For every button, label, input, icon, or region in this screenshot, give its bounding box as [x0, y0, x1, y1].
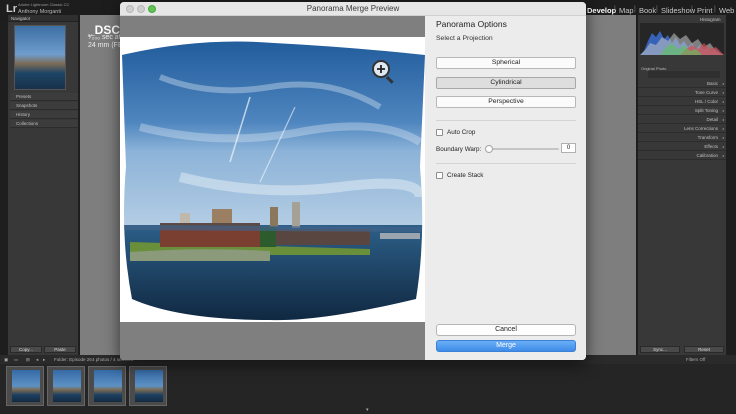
copy-button[interactable]: Copy...: [10, 346, 42, 353]
filmstrip-thumb[interactable]: [129, 366, 167, 406]
create-stack-checkbox[interactable]: [436, 172, 443, 179]
merge-button[interactable]: Merge: [436, 340, 576, 352]
plus-icon: [377, 65, 385, 73]
filter-dropdown[interactable]: Filters Off: [686, 355, 705, 364]
panorama-preview-frame: [120, 37, 427, 322]
module-separator: |: [614, 6, 616, 13]
reset-button[interactable]: Reset: [684, 346, 724, 353]
tool-strip[interactable]: [648, 71, 720, 78]
account-label: Adobe Lightroom Classic CC: [18, 2, 70, 7]
panel-split-toning[interactable]: Split Toning: [638, 107, 726, 115]
filmstrip-thumb[interactable]: [47, 366, 85, 406]
left-panel-snapshots[interactable]: Snapshots: [10, 102, 78, 110]
thumb-image: [53, 370, 81, 402]
boundary-warp-slider[interactable]: [491, 148, 559, 150]
create-stack-label: Create Stack: [447, 172, 484, 179]
filmstrip-thumb[interactable]: [88, 366, 126, 406]
divider: [436, 120, 576, 121]
thumb-image: [12, 370, 40, 402]
module-develop[interactable]: Develop: [587, 6, 616, 15]
auto-crop-checkbox[interactable]: [436, 129, 443, 136]
module-separator: |: [634, 6, 636, 13]
filmstrip-source[interactable]: Folder: Episode 26: [54, 355, 92, 364]
sync-button[interactable]: Sync...: [640, 346, 680, 353]
thumb-image: [135, 370, 163, 402]
histogram-label: Histogram: [700, 17, 721, 22]
options-title: Panorama Options: [436, 19, 507, 29]
zoom-icon[interactable]: [372, 60, 394, 84]
dialog-titlebar[interactable]: Panorama Merge Preview: [120, 2, 586, 16]
left-panel-collections[interactable]: Collections: [10, 120, 78, 128]
histogram[interactable]: [640, 23, 724, 55]
panorama-merge-dialog: Panorama Merge Preview Panorama Options …: [120, 2, 586, 360]
module-print[interactable]: Print: [697, 6, 712, 15]
grid-view-icon[interactable]: ▣: [4, 355, 8, 364]
navigator-thumbnail[interactable]: [14, 25, 66, 90]
projection-label: Select a Projection: [436, 35, 493, 42]
module-separator: |: [656, 6, 658, 13]
cylindrical-button[interactable]: Cylindrical: [436, 77, 576, 89]
dialog-title: Panorama Merge Preview: [306, 4, 400, 13]
perspective-button[interactable]: Perspective: [436, 96, 576, 108]
lightroom-logo: Lr: [6, 3, 17, 15]
panel-hsl-color[interactable]: HSL / Color: [638, 98, 726, 106]
paste-button[interactable]: Paste: [44, 346, 76, 353]
navigator-label: Navigator: [11, 16, 31, 21]
panorama-options-panel: Panorama Options Select a Projection Sph…: [425, 16, 586, 360]
filmstrip-collapse-icon[interactable]: ▾: [366, 407, 369, 413]
divider: [436, 163, 576, 164]
navigator-header[interactable]: Navigator: [8, 15, 78, 22]
cancel-button[interactable]: Cancel: [436, 324, 576, 336]
panel-tone-curve[interactable]: Tone Curve: [638, 89, 726, 97]
panorama-preview-image[interactable]: [120, 37, 427, 322]
panel-effects[interactable]: Effects: [638, 143, 726, 151]
panel-lens-corrections[interactable]: Lens Corrections: [638, 125, 726, 133]
panel-basic[interactable]: Basic: [638, 80, 726, 88]
module-separator: |: [714, 6, 716, 13]
panel-calibration[interactable]: Calibration: [638, 152, 726, 160]
forward-arrow-icon[interactable]: ▸: [43, 355, 45, 364]
module-book[interactable]: Book: [639, 6, 656, 15]
module-separator: |: [691, 6, 693, 13]
boundary-warp-label: Boundary Warp:: [436, 146, 482, 153]
histogram-graph: [640, 31, 724, 55]
filmstrip-thumb[interactable]: [6, 366, 44, 406]
second-window-icon[interactable]: ▭: [14, 355, 18, 364]
left-panel-presets[interactable]: Presets: [10, 93, 78, 101]
spherical-button[interactable]: Spherical: [436, 57, 576, 69]
panel-transform[interactable]: Transform: [638, 134, 726, 142]
boundary-warp-slider-thumb[interactable]: [485, 145, 493, 153]
auto-crop-label: Auto Crop: [447, 129, 476, 136]
back-arrow-icon[interactable]: ◂: [36, 355, 38, 364]
panel-detail[interactable]: Detail: [638, 116, 726, 124]
module-map[interactable]: Map: [619, 6, 634, 15]
module-web[interactable]: Web: [719, 6, 734, 15]
left-panel-history[interactable]: History: [10, 111, 78, 119]
grid-icon[interactable]: ⊞: [26, 355, 30, 364]
boundary-warp-value-field[interactable]: 0: [561, 143, 576, 153]
thumb-image: [94, 370, 122, 402]
